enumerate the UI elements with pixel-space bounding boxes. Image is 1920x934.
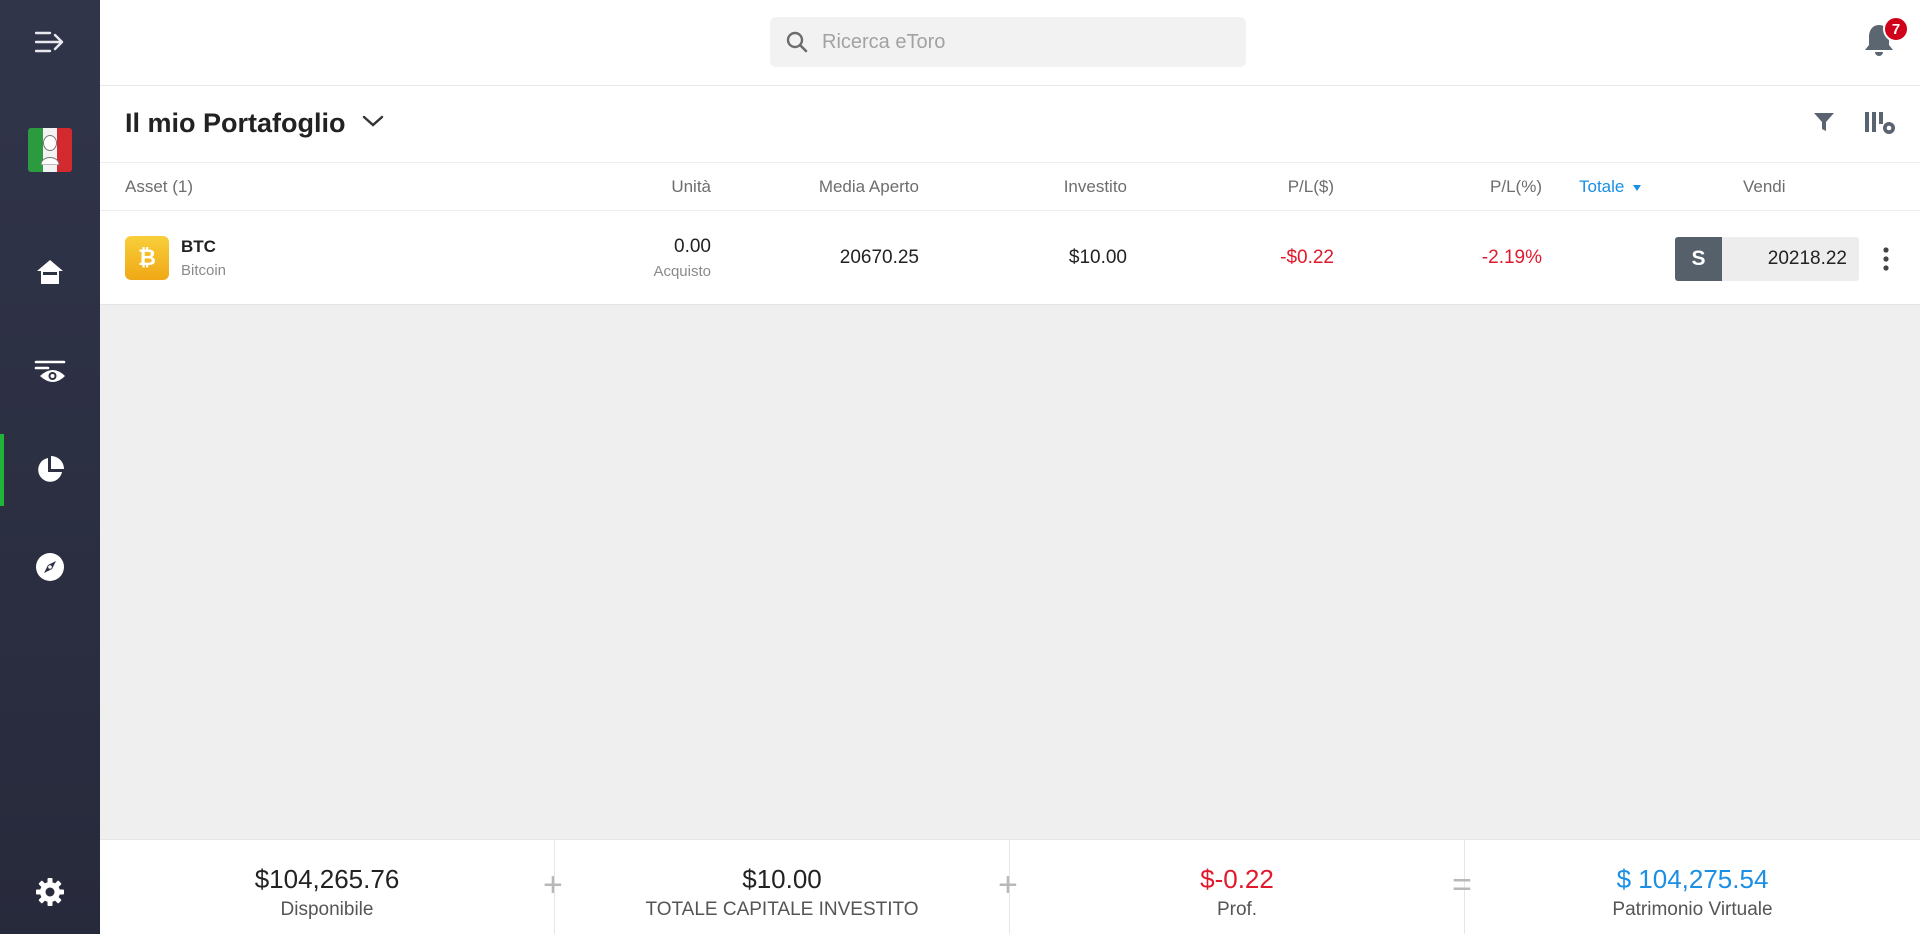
sort-down-icon [1633, 184, 1642, 191]
avg-open-value: 20670.25 [839, 247, 919, 268]
avatar[interactable] [28, 128, 72, 172]
kebab-icon[interactable] [1880, 245, 1892, 273]
notification-badge: 7 [1883, 16, 1909, 42]
sidebar [0, 0, 100, 934]
sell-button[interactable]: S 20218.22 [1675, 237, 1859, 281]
column-header-pl-pct[interactable]: P/L(%) [1350, 177, 1542, 197]
equity-summary: $ 104,275.54 Patrimonio Virtuale [1465, 840, 1920, 934]
chevron-down-icon[interactable] [362, 114, 384, 128]
column-header-total[interactable]: Totale [1579, 177, 1642, 197]
sidebar-item-watchlist[interactable] [0, 354, 100, 390]
units-value: 0.00 [674, 236, 711, 257]
portfolio-header: Il mio Portafoglio [100, 86, 1920, 163]
watchlist-eye-icon [34, 360, 66, 382]
pl-pct-value: -2.19% [1481, 247, 1542, 268]
page-title[interactable]: Il mio Portafoglio [125, 108, 346, 139]
profit-label: Prof. [1216, 899, 1258, 920]
search-input[interactable] [822, 30, 1222, 54]
invested-summary: $10.00 TOTALE CAPITALE INVESTITO [555, 840, 1009, 934]
search-icon [784, 29, 810, 55]
equity-value: $ 104,275.54 [1616, 864, 1769, 894]
gear-icon [36, 878, 64, 906]
sidebar-item-discover[interactable] [0, 549, 100, 585]
table-row[interactable]: ₿ BTC Bitcoin 0.00 Acquisto 20670.25 $10… [100, 211, 1920, 305]
profit-summary: $-0.22 Prof. [1010, 840, 1464, 934]
sidebar-item-settings[interactable] [0, 874, 100, 910]
units-direction: Acquisto [653, 263, 711, 280]
home-icon [37, 260, 63, 284]
profit-value: $-0.22 [1200, 864, 1274, 894]
sidebar-item-home[interactable] [0, 254, 100, 290]
collapse-menu-button[interactable] [0, 22, 100, 62]
column-settings-icon[interactable] [1864, 110, 1898, 136]
asset-symbol[interactable]: BTC [181, 237, 216, 257]
column-header-units[interactable]: Unità [540, 177, 711, 197]
pie-chart-icon [38, 456, 64, 482]
filter-icon[interactable] [1812, 110, 1836, 134]
asset-name: Bitcoin [181, 262, 227, 279]
invested-total-label: TOTALE CAPITALE INVESTITO [645, 899, 919, 920]
sidebar-item-portfolio[interactable] [0, 452, 100, 488]
available-label: Disponibile [280, 899, 374, 920]
invested-total-value: $10.00 [742, 864, 822, 894]
column-header-asset[interactable]: Asset (1) [125, 177, 193, 197]
table-header: Asset (1) Unità Media Aperto Investito P… [100, 163, 1920, 211]
empty-area [100, 305, 1920, 839]
sell-price: 20218.22 [1722, 237, 1859, 281]
search-box[interactable] [770, 17, 1246, 67]
equity-label: Patrimonio Virtuale [1612, 899, 1773, 920]
compass-icon [36, 553, 64, 581]
column-header-avg-open[interactable]: Media Aperto [720, 177, 919, 197]
user-silhouette-icon [40, 135, 60, 165]
column-header-pl-usd[interactable]: P/L($) [1140, 177, 1334, 197]
column-header-total-label: Totale [1579, 177, 1625, 196]
invested-value: $10.00 [1068, 247, 1127, 268]
available-value: $104,265.76 [254, 864, 400, 894]
account-summary: $104,265.76 Disponibile + $10.00 TOTALE … [100, 839, 1920, 934]
column-header-invested[interactable]: Investito [930, 177, 1127, 197]
pl-usd-value: -$0.22 [1280, 247, 1334, 268]
bitcoin-logo-icon: ₿ [125, 236, 169, 280]
available-summary: $104,265.76 Disponibile [100, 840, 554, 934]
top-bar: 7 [100, 0, 1920, 86]
column-header-sell: Vendi [1743, 177, 1786, 196]
sell-label: S [1675, 237, 1722, 281]
collapse-menu-icon [35, 31, 64, 53]
